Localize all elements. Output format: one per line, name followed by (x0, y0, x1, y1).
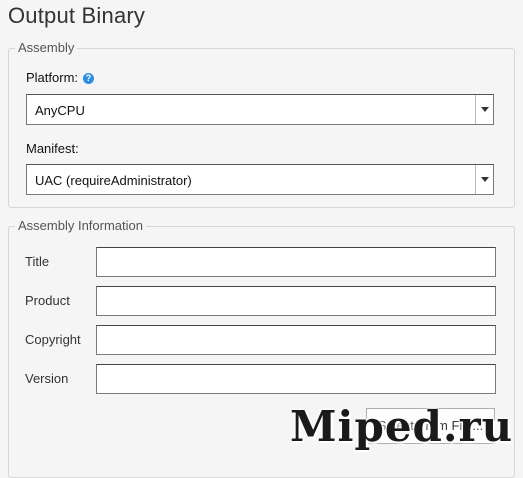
chevron-down-icon[interactable] (475, 95, 493, 124)
product-input[interactable] (96, 286, 496, 316)
product-label: Product (25, 293, 70, 308)
copyright-label: Copyright (25, 332, 81, 347)
platform-select-value: AnyCPU (35, 103, 85, 118)
manifest-select[interactable]: UAC (requireAdministrator) (26, 164, 494, 195)
assembly-group-legend: Assembly (15, 40, 78, 55)
copyright-input[interactable] (96, 325, 496, 355)
version-input[interactable] (96, 364, 496, 394)
version-label: Version (25, 371, 69, 386)
title-input[interactable] (96, 247, 496, 277)
page-title: Output Binary (8, 3, 146, 28)
platform-label-row: Platform:? (26, 70, 95, 85)
title-label: Title (25, 254, 50, 269)
platform-select[interactable]: AnyCPU (26, 94, 494, 125)
manifest-label: Manifest: (26, 141, 79, 156)
help-icon[interactable]: ? (83, 73, 95, 84)
platform-label: Platform: (26, 70, 79, 85)
chevron-down-icon[interactable] (475, 165, 493, 194)
manifest-select-value: UAC (requireAdministrator) (35, 173, 192, 188)
watermark-logo: Miped.ru (290, 402, 514, 451)
assembly-group: Assembly Platform:? AnyCPU Manifest: UAC… (8, 40, 515, 208)
assembly-information-legend: Assembly Information (15, 218, 146, 233)
